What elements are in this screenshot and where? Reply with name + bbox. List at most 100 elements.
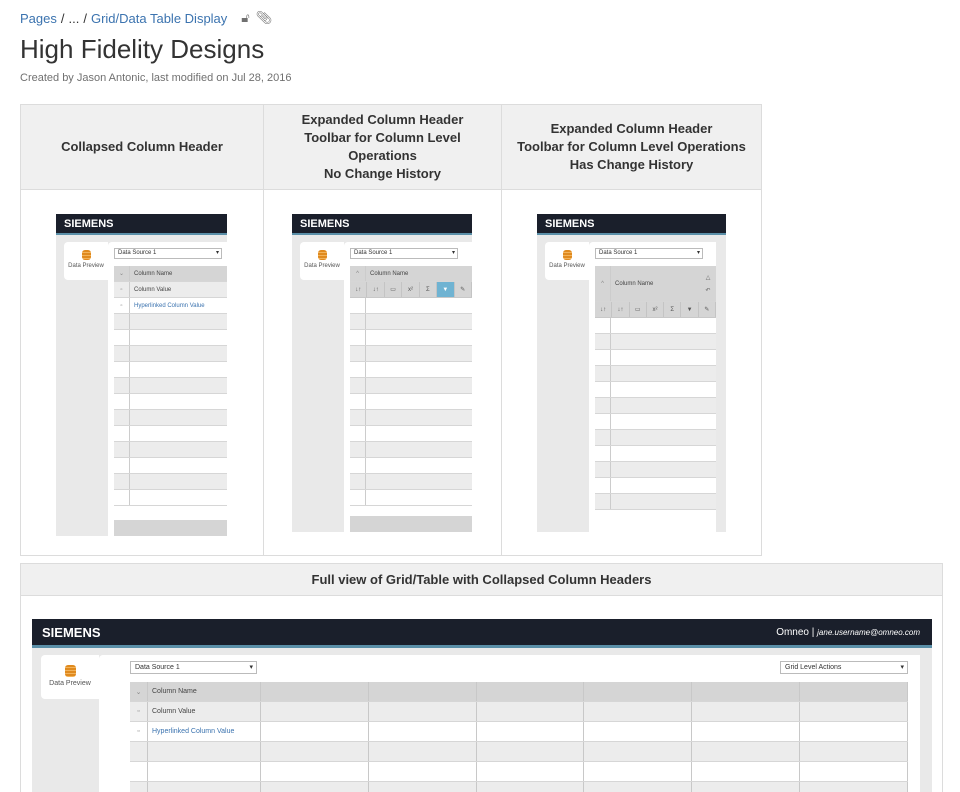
column-icon[interactable]: ▭ (630, 302, 647, 317)
empty-cell (350, 314, 366, 329)
table-row (595, 366, 716, 382)
table-cell (800, 762, 908, 781)
table-row (130, 762, 908, 782)
data-preview-tab[interactable]: Data Preview (300, 242, 344, 280)
column-name[interactable]: Column Name (148, 682, 261, 701)
empty-cell (350, 298, 366, 313)
column-value: Column Value (134, 286, 172, 293)
data-source-select[interactable]: Data Source 1 (595, 248, 703, 259)
table-cell (369, 722, 477, 741)
chevron-up-icon[interactable]: ^ (595, 266, 611, 301)
comparison-table: Collapsed Column Header Expanded Column … (20, 104, 762, 556)
row-checkbox[interactable]: ▫ (130, 702, 148, 721)
empty-cell (130, 742, 148, 761)
table-row (114, 410, 227, 426)
row-checkbox[interactable]: ▫ (130, 722, 148, 741)
sum-icon[interactable]: Σ (420, 282, 438, 297)
hyperlinked-value[interactable]: Hyperlinked Column Value (148, 722, 261, 741)
empty-cell (148, 762, 261, 781)
sort-desc-icon[interactable]: ↓↑ (612, 302, 630, 317)
table-cell (692, 722, 801, 741)
undo-icon[interactable]: ↶ (705, 287, 710, 294)
attachment-icon[interactable]: 📎︎ (256, 10, 273, 26)
breadcrumb-pages[interactable]: Pages (20, 11, 57, 26)
data-source-select[interactable]: Data Source 1 (114, 248, 222, 259)
table-row (114, 362, 227, 378)
table-row (595, 398, 716, 414)
column-icon[interactable]: ▭ (385, 282, 403, 297)
data-preview-tab[interactable]: Data Preview (64, 242, 108, 280)
empty-cell (148, 782, 261, 792)
data-source-select[interactable]: Data Source 1 (350, 248, 458, 259)
chevron-down-icon[interactable]: ⌄ (114, 266, 130, 281)
table-row: ▫ Hyperlinked Column Value (130, 722, 908, 742)
table-cell (369, 782, 477, 792)
user-email[interactable]: jane.username@omneo.com (817, 628, 920, 637)
table-cell (369, 702, 477, 721)
column-name[interactable]: Column Name (366, 271, 472, 277)
sort-desc-icon[interactable]: ↓↑ (367, 282, 385, 297)
edit-icon[interactable]: ✎ (699, 302, 716, 317)
column-header[interactable] (800, 682, 908, 701)
table-row (595, 446, 716, 462)
sort-asc-icon[interactable]: ↓↑ (595, 302, 613, 317)
empty-cell (595, 366, 611, 381)
sum-icon[interactable]: Σ (664, 302, 682, 317)
chevron-down-icon[interactable]: ⌄ (130, 682, 148, 701)
filter-icon[interactable]: ▼ (437, 282, 455, 297)
column-header[interactable] (584, 682, 693, 701)
column-toolbar: ↓↑ ↓↑ ▭ x² Σ ▼ ✎ (595, 302, 716, 318)
empty-cell (350, 490, 366, 505)
column-name[interactable]: Column Name (611, 281, 700, 287)
column-header[interactable] (369, 682, 477, 701)
chevron-up-icon[interactable]: ^ (350, 266, 366, 281)
sort-asc-icon[interactable]: ↓↑ (350, 282, 368, 297)
column-name[interactable]: Column Name (130, 271, 227, 277)
collapsed-header-mockup: SIEMENS Data Preview Data Source 1 ⌄Colu… (56, 214, 227, 536)
empty-cell (595, 398, 611, 413)
cell-collapsed-mock: SIEMENS Data Preview Data Source 1 ⌄Colu… (20, 189, 264, 556)
history-header-mockup: SIEMENS Data Preview Data Source 1 ^Colu… (537, 214, 726, 532)
unlock-icon[interactable]: 🔓︎ (241, 10, 249, 26)
row-checkbox[interactable]: ▫ (114, 298, 130, 313)
column-header[interactable] (692, 682, 801, 701)
grid-footer (114, 520, 227, 536)
breadcrumb-separator: / (83, 10, 87, 26)
table-cell (584, 742, 693, 761)
empty-cell (350, 346, 366, 361)
header-expanded-no-history-text: Expanded Column Header Toolbar for Column… (301, 112, 464, 181)
data-source-select[interactable]: Data Source 1 (130, 661, 257, 674)
column-header[interactable] (477, 682, 585, 701)
empty-cell (114, 490, 130, 505)
edit-icon[interactable]: ✎ (455, 282, 472, 297)
table-row (350, 298, 472, 314)
full-view-mockup: SIEMENS Omneo | jane.username@omneo.com … (32, 619, 932, 792)
tab-label: Data Preview (549, 263, 585, 269)
delta-icon[interactable]: △ (706, 274, 711, 281)
table-row (114, 490, 227, 506)
data-preview-tab[interactable]: Data Preview (545, 242, 589, 280)
breadcrumb-current[interactable]: Grid/Data Table Display (91, 11, 227, 26)
filter-icon[interactable]: ▼ (681, 302, 699, 317)
page-byline: Created by Jason Antonic, last modified … (20, 72, 292, 84)
database-icon (64, 665, 76, 677)
brand-logo: SIEMENS (42, 625, 101, 640)
row-checkbox[interactable]: ▫ (114, 282, 130, 297)
column-header[interactable] (261, 682, 369, 701)
table-row (350, 394, 472, 410)
full-view-heading: Full view of Grid/Table with Collapsed C… (21, 564, 942, 596)
empty-cell (350, 394, 366, 409)
empty-cell (595, 318, 611, 333)
empty-cell (350, 426, 366, 441)
breadcrumb-ellipsis[interactable]: ... (69, 11, 80, 26)
empty-cell (114, 330, 130, 345)
formula-icon[interactable]: x² (647, 302, 665, 317)
formula-icon[interactable]: x² (402, 282, 420, 297)
table-cell (692, 742, 801, 761)
hyperlinked-value[interactable]: Hyperlinked Column Value (130, 303, 227, 309)
grid-level-actions-select[interactable]: Grid Level Actions (780, 661, 908, 674)
empty-cell (114, 346, 130, 361)
table-row (350, 474, 472, 490)
data-preview-tab[interactable]: Data Preview (41, 655, 99, 699)
table-row (114, 474, 227, 490)
